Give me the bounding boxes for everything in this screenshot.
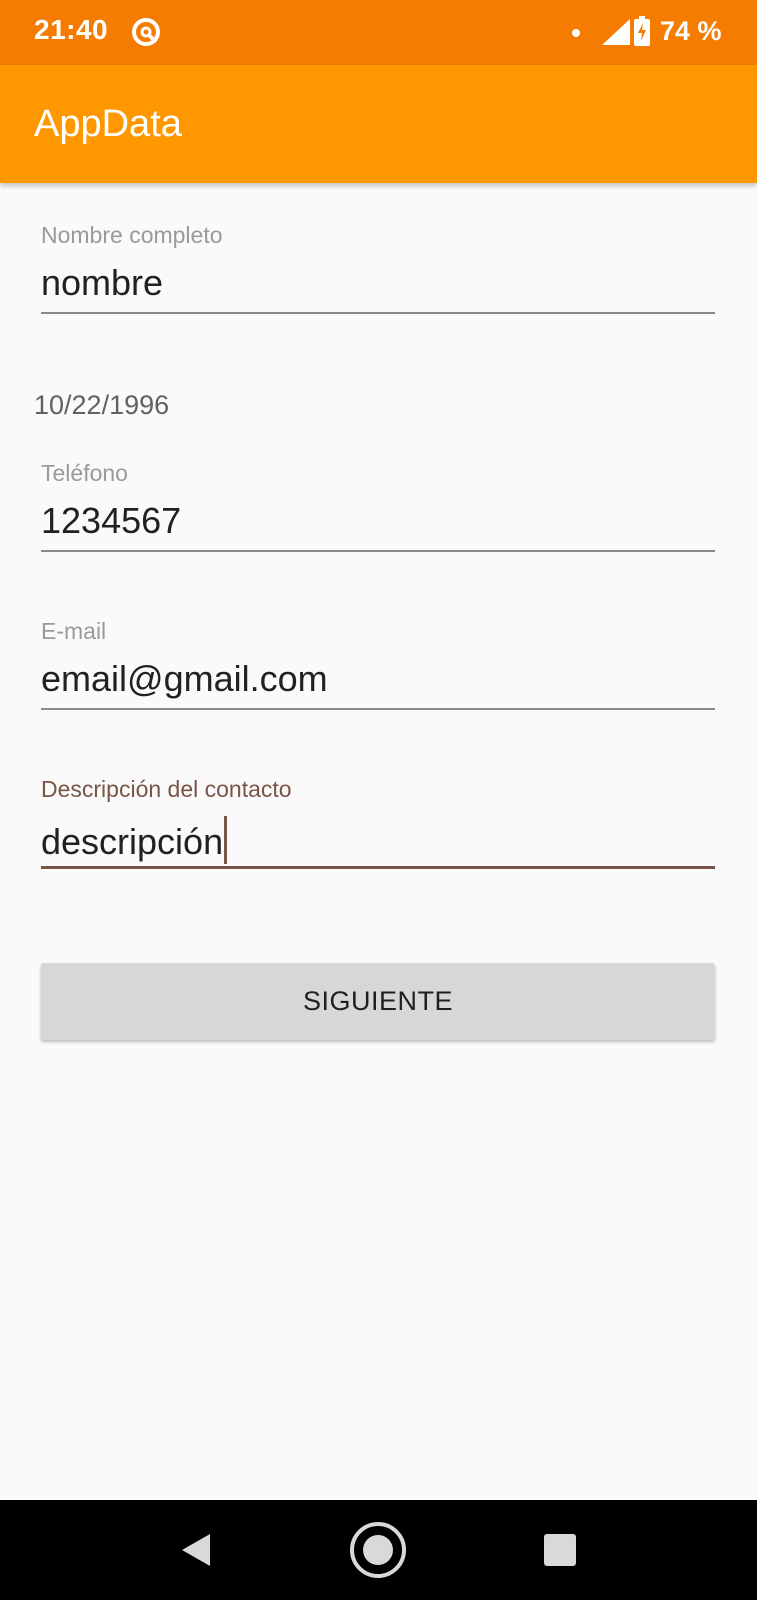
email-label: E-mail <box>41 618 107 644</box>
name-field[interactable]: Nombre completo nombre <box>41 222 715 314</box>
battery-percentage: 74 % <box>660 16 722 46</box>
signal-icon <box>602 19 630 45</box>
name-underline <box>41 312 715 314</box>
phone-label: Teléfono <box>41 460 128 486</box>
app-notification-icon <box>132 18 160 46</box>
back-icon[interactable] <box>180 1532 212 1568</box>
description-field[interactable]: Descripción del contacto descripción <box>41 776 715 869</box>
description-underline <box>41 866 715 869</box>
phone-underline <box>41 550 715 552</box>
app-bar: AppData <box>0 65 757 183</box>
status-time: 21:40 <box>34 14 109 45</box>
home-icon[interactable] <box>348 1520 408 1580</box>
phone-field[interactable]: Teléfono 1234567 <box>41 460 715 552</box>
name-label: Nombre completo <box>41 222 223 248</box>
description-value: descripción <box>41 821 224 862</box>
email-input[interactable]: email@gmail.com <box>41 658 715 704</box>
navigation-bar <box>0 1500 757 1600</box>
birth-date[interactable]: 10/22/1996 <box>34 390 169 421</box>
status-bar: 21:40 74 % <box>0 0 757 65</box>
description-input[interactable]: descripción <box>41 816 715 864</box>
text-cursor <box>224 816 228 864</box>
phone-input[interactable]: 1234567 <box>41 500 715 546</box>
notification-dot-icon <box>572 29 580 37</box>
email-field[interactable]: E-mail email@gmail.com <box>41 618 715 710</box>
recents-icon[interactable] <box>544 1534 576 1566</box>
next-button[interactable]: SIGUIENTE <box>41 963 715 1040</box>
name-input[interactable]: nombre <box>41 262 715 308</box>
description-label: Descripción del contacto <box>41 776 292 802</box>
email-underline <box>41 708 715 710</box>
battery-charging-icon <box>634 16 650 46</box>
app-title: AppData <box>34 103 182 145</box>
